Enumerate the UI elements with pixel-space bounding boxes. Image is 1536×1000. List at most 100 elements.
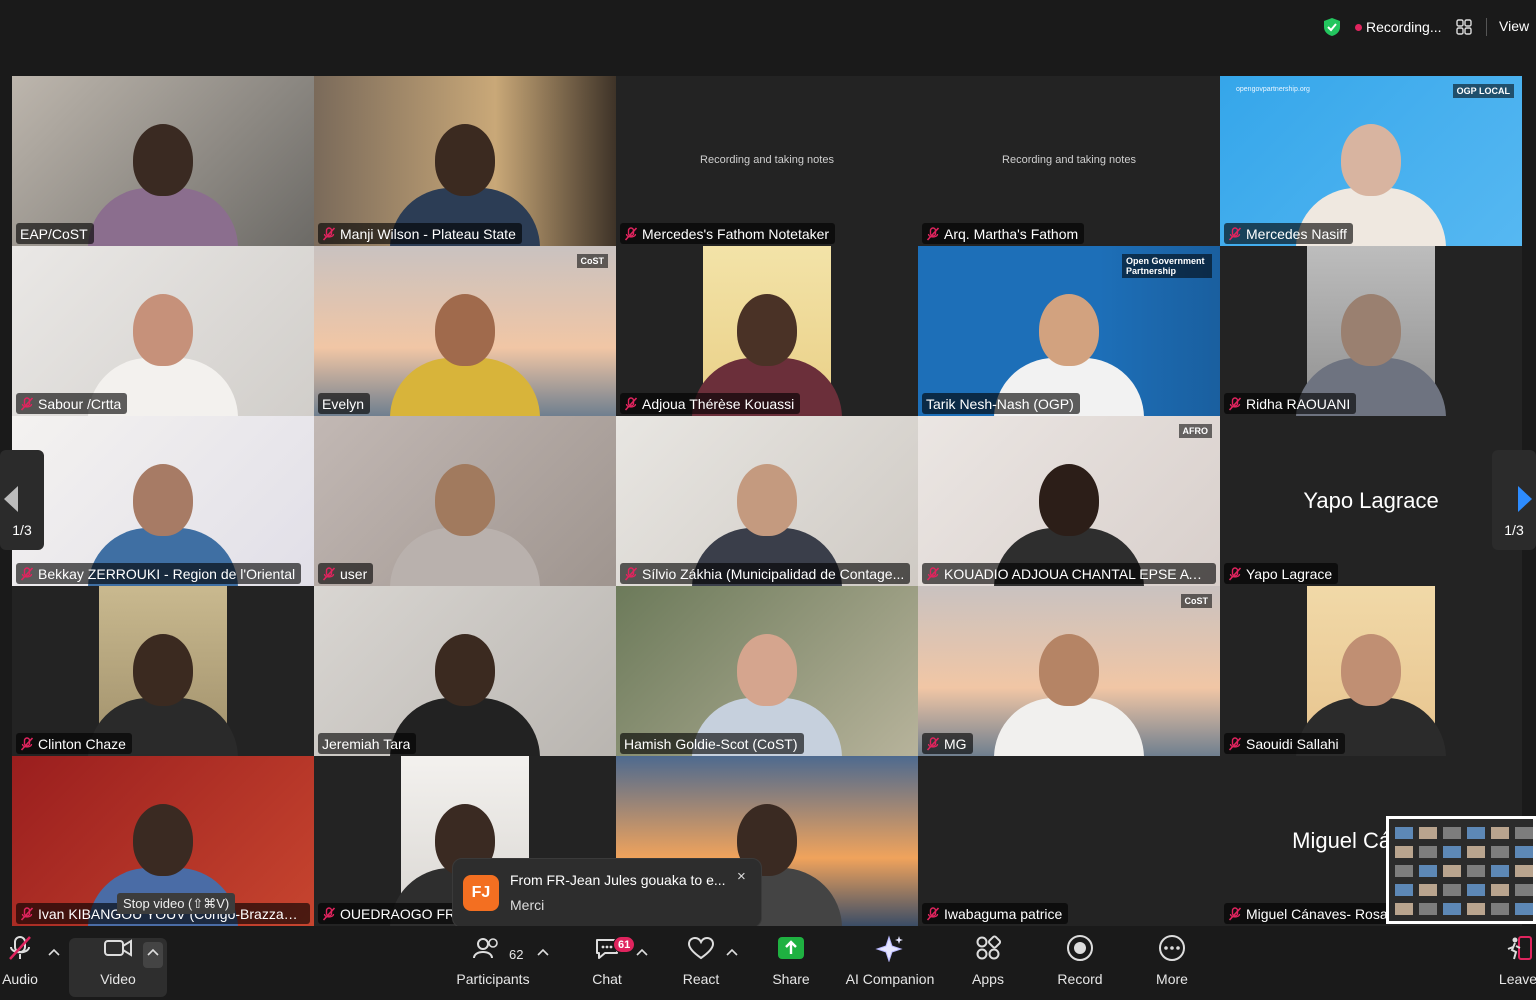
meeting-toolbar: Audio Video Participants 62 Chat 61 Reac… [0,926,1536,1000]
self-view-mini-tile [1443,884,1461,896]
self-view-mini-tile [1395,903,1413,915]
participant-name: Sabour /Crtta [38,395,122,412]
sender-avatar: FJ [463,875,499,911]
participant-nameplate: Miguel Cánaves- Rosario [1224,903,1410,924]
participant-tile[interactable]: opengovpartnership.org OGP LOCAL Mercedes … [1220,76,1522,246]
chat-options-caret-icon[interactable] [636,948,648,956]
participant-tile[interactable]: EAP/CoST [12,76,314,246]
more-button[interactable]: More [1150,926,1194,1000]
participant-tile[interactable]: Saouidi Sallahi [1220,586,1522,756]
self-view-mini-tile [1515,903,1533,915]
participant-tile[interactable]: CoST MG [918,586,1220,756]
mic-muted-icon [624,396,638,411]
participant-tile[interactable]: AFRO KOUADIO ADJOUA CHANTAL EPSE AYE... [918,416,1220,586]
participant-name: Mercedes Nasiff [1246,225,1347,242]
mic-muted-icon [624,226,638,241]
self-view-mini-tile [1491,846,1509,858]
react-label: React [682,971,720,987]
next-page-button[interactable]: 1/3 [1492,450,1536,550]
top-bar: Recording... View [0,0,1536,56]
audio-options-caret-icon[interactable] [48,948,60,956]
mic-muted-icon [20,906,34,921]
record-icon [1067,935,1093,961]
participant-nameplate: user [318,563,374,584]
gallery-grid-icon[interactable] [1456,19,1472,35]
mic-muted-icon [9,936,31,960]
participant-tile[interactable]: Recording and taking notes Mercedes's Fat… [616,76,918,246]
participant-tile[interactable]: Jeremiah Tara [314,586,616,756]
participant-tile[interactable]: Clinton Chaze [12,586,314,756]
participant-head [133,464,193,536]
background-logo: OGP LOCAL [1452,84,1514,98]
participant-nameplate: Ridha RAOUANI [1224,393,1357,414]
participant-head [435,294,495,366]
react-button[interactable]: React [680,926,722,1000]
self-view-thumbnail[interactable] [1386,816,1536,924]
participant-tile[interactable]: Sabour /Crtta [12,246,314,416]
notification-sender: From FR-Jean Jules gouaka to e... [510,872,726,888]
participant-tile[interactable]: Manji Wilson - Plateau State [314,76,616,246]
view-button[interactable]: View [1499,18,1529,34]
chat-label: Chat [592,971,622,987]
participant-tile[interactable]: Adjoua Thérèse Kouassi [616,246,918,416]
sparkle-icon [875,935,903,962]
self-view-mini-tile [1467,827,1485,839]
participant-tile[interactable]: Iwabaguma patrice [918,756,1220,926]
chat-notification[interactable]: FJ From FR-Jean Jules gouaka to e... Mer… [452,858,762,942]
leave-button[interactable]: Leave [1499,926,1536,1000]
self-view-mini-tile [1419,903,1437,915]
video-button[interactable]: Video [80,926,156,1000]
audio-button[interactable]: Audio [0,926,40,1000]
participant-tile[interactable]: Ridha RAOUANI [1220,246,1522,416]
participants-button[interactable]: Participants [448,926,538,1000]
participant-name: Jeremiah Tara [322,735,411,752]
react-options-caret-icon[interactable] [726,948,738,956]
participant-head [133,634,193,706]
participant-nameplate: Mercedes's Fathom Notetaker [620,223,836,244]
apps-button[interactable]: Apps [966,926,1010,1000]
previous-page-button[interactable]: 1/3 [0,450,44,550]
participants-options-caret-icon[interactable] [537,948,549,956]
mic-muted-icon [322,226,336,241]
participant-tile[interactable]: Recording and taking notes Arq. Martha's … [918,76,1220,246]
video-options-caret-icon[interactable] [147,948,159,956]
apps-icon [976,935,1001,960]
recording-status[interactable]: Recording... [1366,19,1441,35]
video-background [918,756,1220,926]
share-button[interactable]: Share [768,926,814,1000]
participant-nameplate: Mercedes Nasiff [1224,223,1353,244]
participant-tile[interactable]: user [314,416,616,586]
ai-companion-button[interactable]: AI Companion [842,926,938,1000]
arrow-right-icon [1518,486,1532,512]
stop-video-tooltip: Stop video (⇧⌘V) [117,893,236,914]
background-logo: CoST [576,254,608,268]
participant-count: 62 [509,947,524,962]
participant-nameplate: Sabour /Crtta [16,393,128,414]
participant-tile[interactable]: Hamish Goldie-Scot (CoST) [616,586,918,756]
participant-name: Iwabaguma patrice [944,905,1063,922]
participant-nameplate: Manji Wilson - Plateau State [318,223,522,244]
participant-head [1039,634,1099,706]
participant-tile[interactable]: CoST Evelyn [314,246,616,416]
divider [1486,18,1487,36]
participant-head [737,634,797,706]
security-shield-icon[interactable] [1322,17,1342,37]
participant-nameplate: Jeremiah Tara [318,733,417,754]
participant-nameplate: Saouidi Sallahi [1224,733,1345,754]
self-view-mini-tile [1443,903,1461,915]
participant-photo [692,246,842,416]
participant-display-name: Yapo Lagrace [1303,488,1439,513]
participant-tile[interactable]: Open Government Partnership Tarik Nesh-Na… [918,246,1220,416]
self-view-mini-tile [1443,827,1461,839]
self-view-mini-tile [1419,865,1437,877]
close-icon[interactable]: × [737,868,746,885]
participant-tile[interactable]: Yapo Lagrace Yapo Lagrace [1220,416,1522,586]
participant-tile[interactable]: Sílvio Zákhia (Municipalidad de Contage.… [616,416,918,586]
participant-name: MG [944,735,967,752]
record-button[interactable]: Record [1054,926,1106,1000]
self-view-mini-tile [1395,865,1413,877]
participant-name: Manji Wilson - Plateau State [340,225,516,242]
participant-head [1341,634,1401,706]
more-options-icon [1159,935,1185,961]
participant-tile[interactable]: Bekkay ZERROUKI - Region de l'Oriental [12,416,314,586]
